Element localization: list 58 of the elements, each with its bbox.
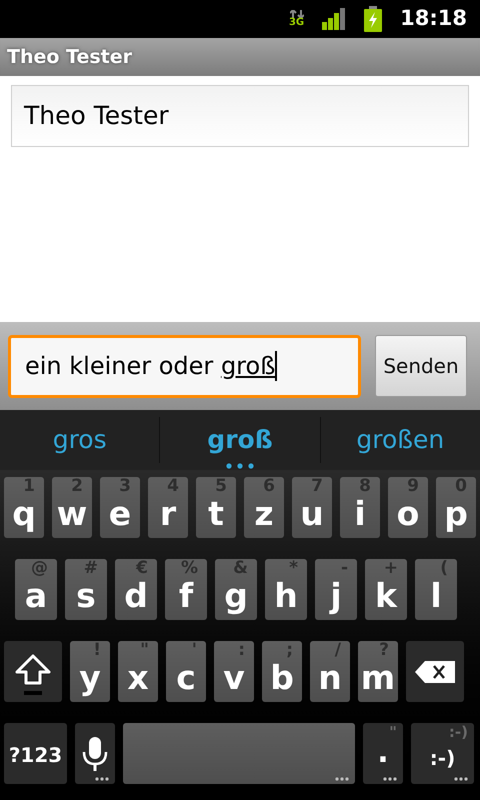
recipient-field[interactable]: Theo Tester (11, 85, 469, 147)
more-dots-icon (383, 777, 397, 781)
key-hint: ? (379, 642, 389, 659)
send-button[interactable]: Senden (375, 335, 467, 397)
clock: 18:18 (400, 5, 467, 32)
backspace-icon (415, 661, 455, 683)
key-hint: ! (93, 642, 101, 659)
letter-key[interactable]: ' c (166, 641, 206, 702)
letter-key[interactable]: " x (118, 641, 158, 702)
battery-charging-icon (364, 6, 382, 32)
key-hint: % (180, 560, 198, 577)
window-title: Theo Tester (7, 44, 132, 70)
letter-key[interactable]: @ a (15, 559, 57, 620)
key-hint: - (340, 560, 348, 577)
key-hint: € (136, 560, 148, 577)
symbols-key[interactable]: ?123 (4, 723, 67, 784)
key-hint: " (389, 725, 397, 740)
letter-key[interactable]: ( l (415, 559, 457, 620)
key-hint: * (289, 560, 298, 577)
letter-key[interactable]: + k (365, 559, 407, 620)
more-dots-icon (454, 777, 468, 781)
microphone-icon (82, 737, 108, 771)
letter-key[interactable]: : v (214, 641, 254, 702)
letter-key[interactable]: & g (215, 559, 257, 620)
letter-key[interactable]: ! y (70, 641, 110, 702)
signal-icon (322, 8, 346, 30)
key-hint: @ (31, 560, 48, 577)
more-dots-icon (226, 463, 254, 469)
letter-key[interactable]: € d (115, 559, 157, 620)
message-field[interactable]: ein kleiner oder groß (8, 334, 361, 398)
shift-key[interactable] (4, 641, 62, 702)
letter-key[interactable]: ; b (262, 641, 302, 702)
letter-key[interactable]: * h (265, 559, 307, 620)
letter-key[interactable]: ? m (358, 641, 398, 702)
suggestion[interactable]: großen (320, 410, 480, 470)
key-hint: " (140, 642, 149, 659)
key-hint: ; (286, 642, 293, 659)
more-dots-icon (335, 777, 349, 781)
key-hint: ( (440, 560, 448, 577)
voice-input-key[interactable] (75, 723, 115, 784)
period-key[interactable]: " . (363, 723, 403, 784)
letter-key[interactable]: # s (65, 559, 107, 620)
key-hint: : (238, 642, 245, 659)
suggestion[interactable]: groß (160, 410, 320, 470)
key-hint: / (334, 642, 341, 659)
delete-key[interactable] (406, 641, 464, 702)
key-hint: & (233, 560, 248, 577)
key-hint: # (84, 560, 98, 577)
key-hint: + (384, 560, 398, 577)
smiley-key[interactable]: :-) :-) (411, 723, 474, 784)
more-dots-icon (95, 777, 109, 781)
shift-icon (15, 653, 51, 697)
letter-key[interactable]: % f (165, 559, 207, 620)
suggestion[interactable]: gros (0, 410, 160, 470)
letter-key[interactable]: - j (315, 559, 357, 620)
letter-key[interactable]: / n (310, 641, 350, 702)
key-hint: ' (192, 642, 197, 659)
key-hint: :-) (448, 725, 468, 740)
